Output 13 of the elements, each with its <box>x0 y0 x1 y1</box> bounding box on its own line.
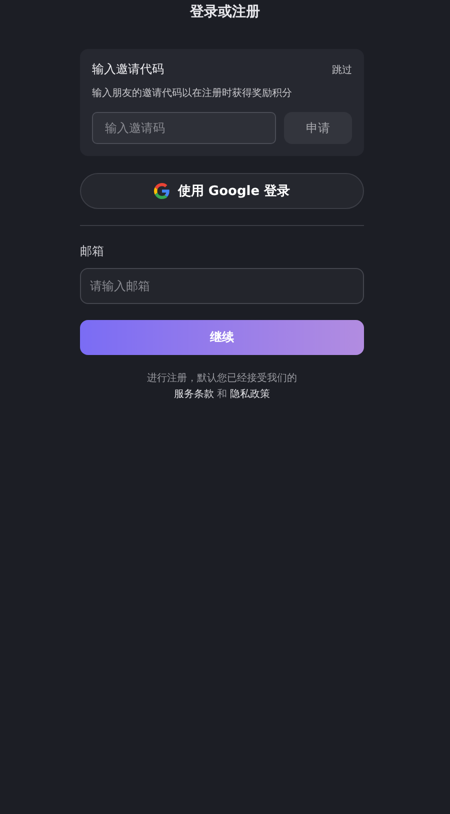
email-label: 邮箱 <box>80 243 105 260</box>
page-title: 登录或注册 <box>190 3 260 21</box>
apply-button[interactable]: 申请 <box>284 112 352 144</box>
terms-link[interactable]: 服务条款 <box>174 389 214 400</box>
card-description: 输入朋友的邀请代码以在注册时获得奖励积分 <box>92 86 293 100</box>
terms-notice: 进行注册，默认您已经接受我们的 服务条款 和 隐私政策 <box>146 372 298 402</box>
skip-link[interactable]: 跳过 <box>332 62 352 76</box>
email-field[interactable]: 请输入邮箱 <box>80 268 364 304</box>
invite-code-field[interactable]: 输入邀请码 <box>92 112 276 144</box>
privacy-link[interactable]: 隐私政策 <box>230 389 270 400</box>
card-title: 输入邀请代码 <box>92 61 164 78</box>
google-login-button[interactable]: 使用 Google 登录 <box>80 173 364 209</box>
google-icon <box>154 183 170 199</box>
